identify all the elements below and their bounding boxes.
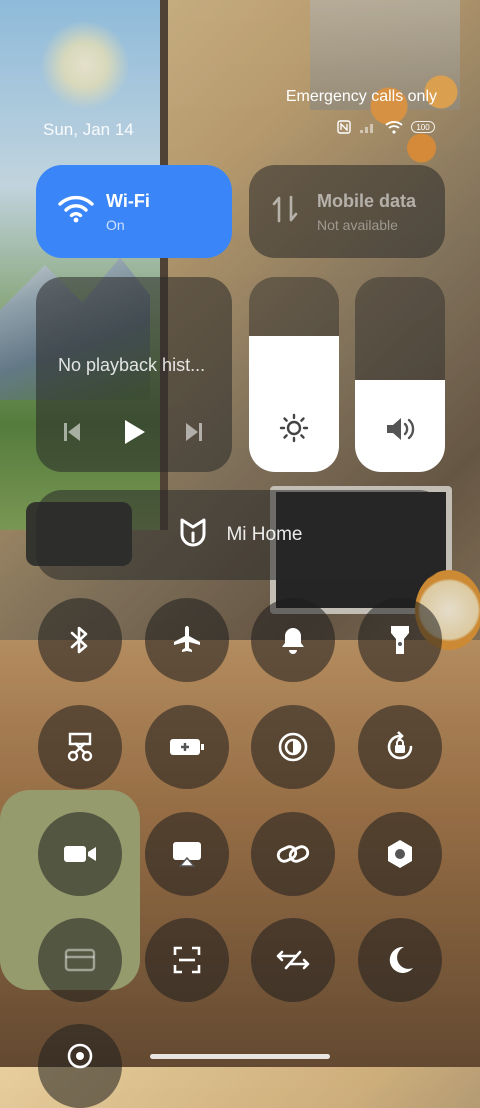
brightness-icon: [279, 413, 309, 448]
dark-mode-toggle[interactable]: [251, 705, 335, 789]
mobile-data-status: Not available: [317, 216, 398, 233]
link-icon: [275, 839, 311, 869]
mobile-data-text: Mobile data Not available: [317, 191, 416, 233]
cast-toggle[interactable]: [145, 812, 229, 896]
settings-hex-icon: [385, 838, 415, 870]
rotation-lock-toggle[interactable]: [358, 705, 442, 789]
mobile-data-tile[interactable]: Mobile data Not available: [249, 165, 445, 258]
settings-toggle[interactable]: [358, 812, 442, 896]
mi-home-label: Mi Home: [226, 524, 303, 545]
location-toggle[interactable]: [38, 1024, 122, 1108]
video-camera-icon: [62, 842, 98, 866]
mobile-data-icon: [271, 194, 299, 229]
bell-icon: [279, 625, 307, 655]
status-icons: 100: [337, 120, 435, 134]
brightness-slider-fill: [249, 335, 339, 472]
media-status-text: No playback hist...: [58, 355, 206, 375]
wallet-toggle[interactable]: [38, 918, 122, 1002]
ring-mode-toggle[interactable]: [251, 598, 335, 682]
mi-home-tile[interactable]: Mi Home: [36, 490, 445, 580]
volume-slider[interactable]: [355, 277, 445, 472]
wifi-status: On: [106, 216, 125, 233]
airplane-icon: [171, 624, 203, 656]
link-toggle[interactable]: [251, 812, 335, 896]
play-icon[interactable]: [122, 418, 146, 451]
battery-saver-toggle[interactable]: [145, 705, 229, 789]
wifi-tile[interactable]: Wi-Fi On: [36, 165, 232, 258]
scanner-toggle[interactable]: [145, 918, 229, 1002]
brightness-slider[interactable]: [249, 277, 339, 472]
wifi-tile-text: Wi-Fi On: [106, 191, 150, 233]
moon-icon: [384, 944, 416, 976]
wifi-title: Wi-Fi: [106, 190, 150, 211]
cast-icon: [171, 840, 203, 868]
screenshot-toggle[interactable]: [38, 705, 122, 789]
flashlight-toggle[interactable]: [358, 598, 442, 682]
scanner-icon: [172, 945, 202, 975]
signal-icon: [359, 120, 377, 134]
card-icon: [64, 947, 96, 973]
wifi-icon: [58, 194, 94, 229]
previous-track-icon[interactable]: [62, 420, 82, 449]
next-track-icon[interactable]: [184, 420, 204, 449]
carrier-status: Emergency calls only: [285, 88, 437, 105]
battery-indicator: 100: [411, 121, 435, 133]
home-indicator[interactable]: [150, 1054, 330, 1059]
bluetooth-toggle[interactable]: [38, 598, 122, 682]
airplane-mode-toggle[interactable]: [145, 598, 229, 682]
mi-home-icon: [178, 517, 208, 554]
date-label: Sun, Jan 14: [43, 120, 134, 139]
rotation-lock-icon: [384, 731, 416, 763]
wifi-status-icon: [385, 120, 403, 134]
sync-toggle[interactable]: [251, 918, 335, 1002]
mobile-data-title: Mobile data: [317, 190, 417, 211]
battery-saver-icon: [168, 736, 206, 758]
dark-mode-icon: [277, 731, 309, 763]
bluetooth-icon: [68, 624, 92, 656]
video-toggle[interactable]: [38, 812, 122, 896]
do-not-disturb-toggle[interactable]: [358, 918, 442, 1002]
nfc-icon: [337, 120, 351, 134]
screenshot-icon: [65, 731, 95, 763]
flashlight-icon: [389, 624, 411, 656]
sync-icon: [276, 948, 310, 972]
volume-icon: [384, 415, 416, 448]
